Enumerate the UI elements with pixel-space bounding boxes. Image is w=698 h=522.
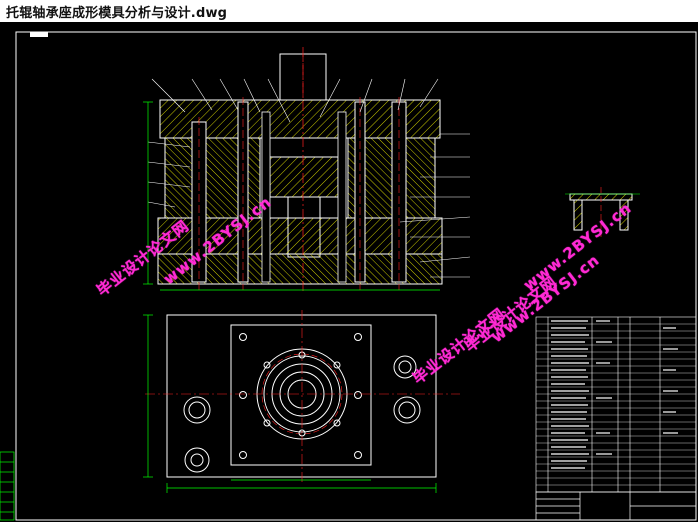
side-revision-block xyxy=(0,451,15,521)
drawing-canvas[interactable]: 毕业设计论文网 www.2BYSJ.cn 毕业设计论文网 www.2BYSJ.c… xyxy=(0,22,698,522)
window-title: 托辊轴承座成形模具分析与设计.dwg xyxy=(6,6,228,21)
plan-view xyxy=(143,310,460,493)
parts-list-text xyxy=(551,320,678,469)
title-block xyxy=(535,491,697,521)
title-tag-box xyxy=(30,32,48,37)
title-bar: 托辊轴承座成形模具分析与设计.dwg xyxy=(0,0,698,23)
